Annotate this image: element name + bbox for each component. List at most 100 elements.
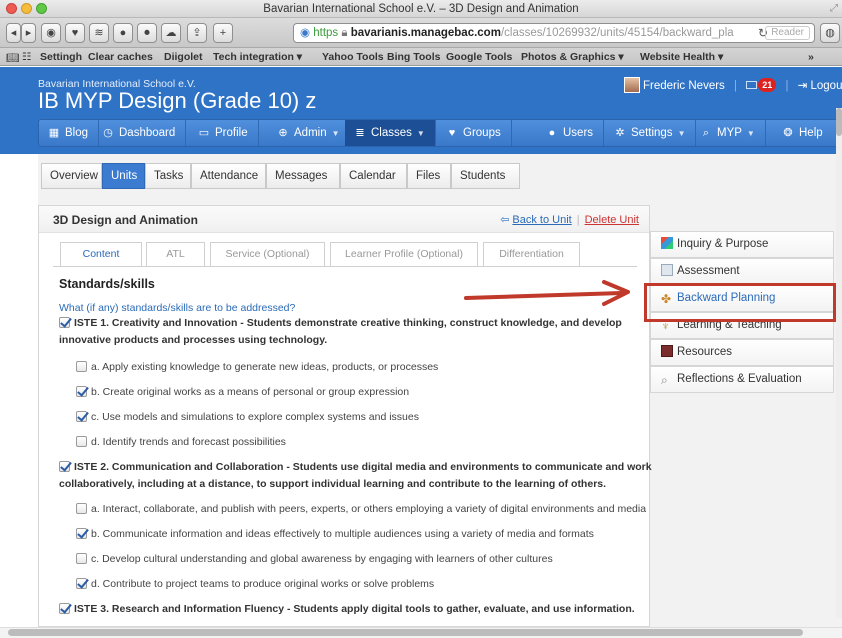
nav-users[interactable]: ● Users bbox=[537, 120, 605, 146]
skill-item[interactable]: a. Interact, collaborate, and publish wi… bbox=[76, 503, 646, 515]
layers-icon[interactable]: ≋ bbox=[89, 23, 109, 43]
url-protocol: https bbox=[313, 27, 339, 39]
checkbox[interactable] bbox=[76, 503, 87, 514]
checkbox[interactable] bbox=[76, 553, 87, 564]
bookmark-item[interactable]: Bing Tools bbox=[387, 51, 440, 63]
vertical-scrollbar-track[interactable] bbox=[836, 108, 842, 618]
checkbox[interactable] bbox=[59, 317, 70, 328]
tab-attendance[interactable]: Attendance bbox=[191, 163, 266, 189]
reading-list-icon[interactable]: 📖︎ bbox=[6, 51, 19, 64]
standard-item[interactable]: ISTE 2. Communication and Collaboration … bbox=[59, 461, 652, 473]
bookmarks-overflow-button[interactable]: » bbox=[808, 51, 814, 63]
subtab-content[interactable]: Content bbox=[60, 242, 142, 267]
page-title[interactable]: IB MYP Design (Grade 10) z bbox=[38, 88, 316, 114]
vertical-scrollbar-thumb[interactable] bbox=[836, 108, 842, 136]
nav-settings[interactable]: ✲ Settings ▼ bbox=[605, 120, 697, 146]
skill-item[interactable]: a. Apply existing knowledge to generate … bbox=[76, 361, 438, 373]
checkbox[interactable] bbox=[76, 361, 87, 372]
resources-icon bbox=[661, 345, 673, 357]
bookmark-item[interactable]: Yahoo Tools bbox=[322, 51, 384, 63]
forward-button[interactable]: ▸ bbox=[21, 23, 36, 43]
bookmark-item[interactable]: Google Tools bbox=[446, 51, 512, 63]
bookmark-item[interactable]: Website Health ▾ bbox=[640, 51, 723, 63]
downloads-icon[interactable]: ◍ bbox=[820, 23, 840, 43]
nav-dashboard[interactable]: ◷ Dashboard bbox=[93, 120, 187, 146]
checkbox[interactable] bbox=[76, 386, 87, 397]
mail-count-badge[interactable]: 21 bbox=[758, 78, 777, 92]
user-name[interactable]: Frederic Nevers bbox=[643, 80, 725, 92]
unit-title: 3D Design and Animation bbox=[53, 213, 198, 227]
reader-button[interactable]: Reader bbox=[765, 26, 810, 40]
extension-icon[interactable]: ◉ bbox=[41, 23, 61, 43]
main-nav: ▦ Blog ◷ Dashboard ▭ Profile ⊕ Admin ▼ ≣ Class… bbox=[38, 119, 842, 147]
checkbox[interactable] bbox=[76, 411, 87, 422]
tab-students[interactable]: Students bbox=[451, 163, 520, 189]
skill-item[interactable]: b. Create original works as a means of p… bbox=[76, 386, 409, 398]
bookmark-item[interactable]: Clear caches bbox=[88, 51, 153, 63]
stop-icon[interactable]: ⏺ bbox=[137, 23, 157, 43]
bookmark-item[interactable]: Tech integration ▾ bbox=[213, 51, 302, 63]
tab-units[interactable]: Units bbox=[102, 163, 145, 189]
sidebar-item-resources[interactable]: Resources bbox=[650, 339, 834, 366]
nav-help[interactable]: ❂ Help bbox=[773, 120, 833, 146]
subtab-differentiation[interactable]: Differentiation bbox=[483, 242, 580, 267]
chevron-down-icon: ▼ bbox=[331, 129, 340, 138]
nav-classes[interactable]: ≣ Classes ▼ bbox=[345, 120, 436, 146]
pocket-icon[interactable]: ♥ bbox=[65, 23, 85, 43]
checkbox[interactable] bbox=[59, 603, 70, 614]
unit-panel-header: 3D Design and Animation ⇦ Back to Unit | De… bbox=[39, 206, 649, 233]
back-button[interactable]: ◂ bbox=[6, 23, 21, 43]
skill-item[interactable]: d. Identify trends and forecast possibil… bbox=[76, 436, 286, 448]
skill-item[interactable]: d. Contribute to project teams to produc… bbox=[76, 578, 434, 590]
share-icon[interactable]: ⇪ bbox=[187, 23, 207, 43]
subtab-service[interactable]: Service (Optional) bbox=[210, 242, 325, 267]
groups-icon: ♥ bbox=[448, 127, 456, 139]
chevron-down-icon: ▼ bbox=[746, 129, 755, 138]
lightbulb-icon[interactable]: ● bbox=[113, 23, 133, 43]
tab-files[interactable]: Files bbox=[407, 163, 451, 189]
checkbox[interactable] bbox=[76, 578, 87, 589]
tab-messages[interactable]: Messages bbox=[266, 163, 340, 189]
skill-item[interactable]: c. Use models and simulations to explore… bbox=[76, 411, 419, 423]
nav-myp[interactable]: ⌕ MYP ▼ bbox=[691, 120, 766, 146]
tab-overview[interactable]: Overview bbox=[41, 163, 102, 189]
logout-link[interactable]: Logout bbox=[810, 80, 842, 92]
nav-blog[interactable]: ▦ Blog bbox=[39, 120, 100, 146]
checkbox[interactable] bbox=[76, 436, 87, 447]
url-path: /classes/10269932/units/45154/backward_p… bbox=[500, 27, 734, 39]
skill-item[interactable]: b. Communicate information and ideas eff… bbox=[76, 528, 594, 540]
top-sites-icon[interactable]: ☷ bbox=[22, 51, 31, 63]
fullscreen-icon[interactable]: ⤢ bbox=[830, 3, 838, 14]
nav-profile[interactable]: ▭ Profile bbox=[189, 120, 259, 146]
sidebar-item-reflections[interactable]: ⌕ Reflections & Evaluation bbox=[650, 366, 834, 393]
nav-admin[interactable]: ⊕ Admin ▼ bbox=[268, 120, 351, 146]
back-to-unit-link[interactable]: Back to Unit bbox=[512, 214, 571, 226]
standard-item[interactable]: ISTE 3. Research and Information Fluency… bbox=[59, 603, 635, 615]
magnifier-icon: ⌕ bbox=[661, 373, 668, 387]
new-tab-plus-icon[interactable]: + bbox=[213, 23, 233, 43]
checkbox[interactable] bbox=[59, 461, 70, 472]
mail-icon[interactable] bbox=[746, 81, 758, 89]
standard-item-continued: collaboratively, including at a distance… bbox=[59, 478, 607, 490]
standard-item[interactable]: ISTE 1. Creativity and Innovation - Stud… bbox=[59, 317, 622, 329]
cloud-icon[interactable]: ☁ bbox=[161, 23, 181, 43]
bookmark-item[interactable]: Settingh bbox=[40, 51, 82, 63]
bookmark-item[interactable]: Diigolet bbox=[164, 51, 203, 63]
avatar[interactable] bbox=[624, 77, 640, 93]
delete-unit-link[interactable]: Delete Unit bbox=[585, 214, 639, 226]
tab-tasks[interactable]: Tasks bbox=[145, 163, 191, 189]
assessment-icon bbox=[661, 264, 673, 276]
skill-item[interactable]: c. Develop cultural understanding and gl… bbox=[76, 553, 553, 565]
unit-actions: ⇦ Back to Unit | Delete Unit bbox=[500, 214, 639, 226]
sidebar-item-inquiry[interactable]: Inquiry & Purpose bbox=[650, 231, 834, 258]
horizontal-scrollbar-thumb[interactable] bbox=[8, 629, 803, 636]
web-page: Bavarian International School e.V. IB MY… bbox=[0, 67, 842, 627]
nav-groups[interactable]: ♥ Groups bbox=[437, 120, 512, 146]
bookmark-item[interactable]: Photos & Graphics ▾ bbox=[521, 51, 624, 63]
tab-calendar[interactable]: Calendar bbox=[340, 163, 407, 189]
subtab-learner-profile[interactable]: Learner Profile (Optional) bbox=[330, 242, 478, 267]
address-bar[interactable]: ◉ https 🔒︎ bavarianis.managebac.com/clas… bbox=[293, 23, 815, 43]
subtab-atl[interactable]: ATL bbox=[146, 242, 205, 267]
checkbox[interactable] bbox=[76, 528, 87, 539]
sidebar-item-assessment[interactable]: Assessment bbox=[650, 258, 834, 285]
